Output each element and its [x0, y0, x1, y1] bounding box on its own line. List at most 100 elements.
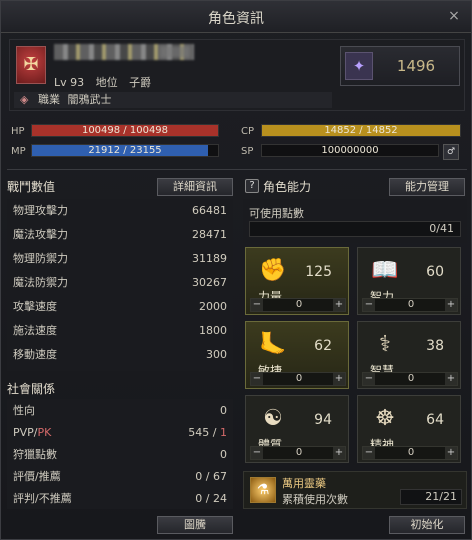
- ability-manage-button[interactable]: 能力管理: [389, 178, 465, 196]
- combat-power-box: ✦ 1496: [340, 46, 460, 86]
- ability-add-value: 0: [407, 373, 415, 384]
- stat-label: 攻擊速度: [13, 300, 57, 313]
- tendency-label: 性向: [13, 404, 35, 417]
- ability-card: ⚕ 智慧 38−0 +: [357, 321, 461, 389]
- help-icon[interactable]: ?: [245, 179, 259, 193]
- level-text: Lv 93: [54, 76, 85, 89]
- pk-value: 1: [220, 426, 227, 439]
- elixir-value: 21/21: [400, 489, 462, 505]
- combat-stats-panel: 物理攻擊力 66481 魔法攻擊力 28471 物理防禦力 31189 魔法防禦力 30267…: [7, 199, 233, 371]
- stat-label: 魔法攻擊力: [13, 228, 68, 241]
- plus-button[interactable]: +: [333, 299, 345, 311]
- guild-crest-icon: ✠: [16, 46, 46, 84]
- stat-row: 物理攻擊力 66481: [13, 199, 227, 223]
- job-line: ◈ 職業 闇鴉武士: [14, 92, 332, 108]
- job-icon: ◈: [20, 93, 29, 106]
- reset-button[interactable]: 初始化: [389, 516, 465, 534]
- plus-button[interactable]: +: [445, 447, 457, 459]
- guild-name-blurred: [160, 46, 190, 58]
- recommend-value: 0 / 67: [195, 470, 227, 483]
- ability-card: ✊ 力量 125−0 +: [245, 247, 349, 315]
- cp-label: CP: [241, 126, 255, 137]
- pvp-row: PVP/PK 545 / 1: [13, 421, 227, 445]
- ability-stepper: − 0 +: [362, 298, 458, 312]
- stat-value: 66481: [192, 204, 227, 217]
- profile-panel: ✠ Lv 93 地位 子爵 ◈ 職業 闇鴉武士 ✦ 1496: [9, 39, 465, 111]
- mp-text: 21912 / 23155: [88, 145, 162, 156]
- elixir-sub-label: 累積使用次數: [282, 493, 348, 506]
- stat-label: 物理攻擊力: [13, 204, 68, 217]
- minus-button[interactable]: −: [251, 373, 263, 385]
- minus-button[interactable]: −: [363, 373, 375, 385]
- stat-row: 魔法攻擊力 28471: [13, 223, 227, 247]
- social-header: 社會關係: [7, 382, 56, 396]
- hp-label: HP: [11, 126, 25, 137]
- plus-button[interactable]: +: [333, 373, 345, 385]
- available-points-label: 可使用點數: [249, 207, 304, 220]
- stat-value: 300: [206, 348, 227, 361]
- hunt-label: 狩獵點數: [13, 448, 57, 461]
- combat-power-emblem-icon: ✦: [345, 52, 373, 80]
- ability-stepper: − 0 +: [362, 372, 458, 386]
- ability-value: 38: [426, 338, 444, 354]
- pvp-label-a: PVP/: [13, 426, 38, 439]
- available-points-panel: 可使用點數 0/41: [243, 199, 467, 243]
- character-info-window: 角色資訊 × ✠ Lv 93 地位 子爵 ◈ 職業 闇鴉武士 ✦ 1496 HP…: [0, 0, 472, 540]
- status-value: 子爵: [129, 76, 152, 89]
- minus-button[interactable]: −: [363, 299, 375, 311]
- ability-value: 64: [426, 412, 444, 428]
- minus-button[interactable]: −: [251, 299, 263, 311]
- ability-icon: ☸: [375, 406, 395, 431]
- title-bar[interactable]: 角色資訊 ×: [1, 1, 471, 33]
- ability-value: 94: [314, 412, 332, 428]
- pk-label: PK: [37, 426, 52, 439]
- ability-add-value: 0: [407, 447, 415, 458]
- sp-potion-button[interactable]: ♂: [443, 144, 459, 160]
- available-points-value: 0/41: [249, 221, 461, 237]
- ability-stepper: − 0 +: [250, 446, 346, 460]
- ability-icon: ⚕: [379, 332, 391, 357]
- window-title: 角色資訊: [208, 11, 264, 27]
- sp-text: 100000000: [321, 145, 379, 156]
- elixir-icon: ⚗: [250, 477, 276, 503]
- social-panel: 性向 0 PVP/PK 545 / 1 狩獵點數 0 評價/推薦 0 / 67 …: [7, 399, 233, 509]
- stat-value: 30267: [192, 276, 227, 289]
- recommend-label: 評價/推薦: [13, 470, 61, 483]
- ability-card: 🦶 敏捷 62−0 +: [245, 321, 349, 389]
- tendency-value: 0: [220, 404, 227, 417]
- minus-button[interactable]: −: [363, 447, 375, 459]
- detail-info-button[interactable]: 詳細資訊: [157, 178, 233, 196]
- ability-header: 角色能力: [263, 180, 312, 194]
- plus-button[interactable]: +: [445, 299, 457, 311]
- close-icon[interactable]: ×: [445, 7, 463, 25]
- elixir-name: 萬用靈藥: [282, 477, 326, 490]
- ability-icon: 📖: [371, 258, 399, 283]
- plus-button[interactable]: +: [445, 373, 457, 385]
- emblem-button[interactable]: 圖騰: [157, 516, 233, 534]
- stat-row: 移動速度 300: [13, 343, 227, 367]
- pvp-value-a: 545: [188, 426, 210, 439]
- cp-bar: 14852 / 14852: [261, 124, 461, 137]
- hunt-value: 0: [220, 448, 227, 461]
- minus-button[interactable]: −: [251, 447, 263, 459]
- divider: [7, 169, 467, 170]
- pvp-label: PVP/PK: [13, 421, 51, 445]
- stat-value: 28471: [192, 228, 227, 241]
- ability-stepper: − 0 +: [362, 446, 458, 460]
- plus-button[interactable]: +: [333, 447, 345, 459]
- stat-row: 物理防禦力 31189: [13, 247, 227, 271]
- ability-add-value: 0: [295, 447, 303, 458]
- ability-add-value: 0: [407, 299, 415, 310]
- ability-icon: ✊: [259, 258, 287, 283]
- ability-add-value: 0: [295, 373, 303, 384]
- ability-value: 62: [314, 338, 332, 354]
- stat-label: 移動速度: [13, 348, 57, 361]
- job-value: 闇鴉武士: [67, 93, 112, 106]
- stat-row: 攻擊速度 2000: [13, 295, 227, 319]
- hp-text: 100498 / 100498: [81, 125, 169, 136]
- ability-icon: ☯: [263, 406, 283, 431]
- stat-value: 2000: [199, 300, 227, 313]
- hunt-row: 狩獵點數 0: [13, 443, 227, 467]
- mp-bar: 21912 / 23155: [31, 144, 219, 157]
- stat-row: 施法速度 1800: [13, 319, 227, 343]
